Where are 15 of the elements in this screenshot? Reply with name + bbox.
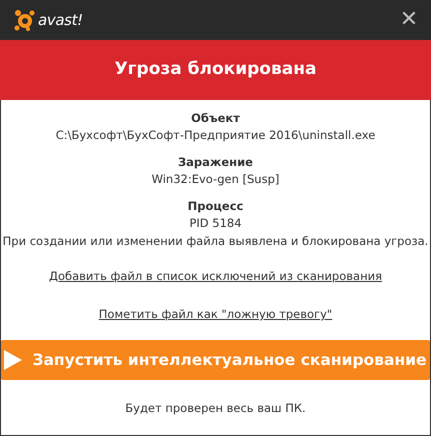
detail-value: Win32:Evo-gen [Susp] <box>152 171 280 188</box>
logo-icon <box>14 9 36 31</box>
banner-title: Угроза блокирована <box>114 58 316 82</box>
detail-value: C:\Бухсофт\БухСофт-Предприятие 2016\uninstall.exe <box>56 127 376 144</box>
footer-note: Будет проверен весь ваш ПК. <box>125 400 306 418</box>
message-text: При создании или изменении файла выявлена и блокирована угроза. <box>2 233 430 250</box>
detail-value: PID 5184 <box>189 215 242 232</box>
detail-label: Заражение <box>178 154 253 171</box>
link[interactable]: Пометить файл как "ложную тревогу" <box>98 306 332 322</box>
detail-label: Объект <box>191 110 240 127</box>
logo-text: avast! <box>38 12 83 28</box>
close-button[interactable]: ✕ <box>395 6 423 34</box>
play-icon <box>4 350 22 370</box>
detail-label: Процесс <box>188 198 244 215</box>
link[interactable]: Добавить файл в список исключений из сканирования <box>48 268 382 284</box>
